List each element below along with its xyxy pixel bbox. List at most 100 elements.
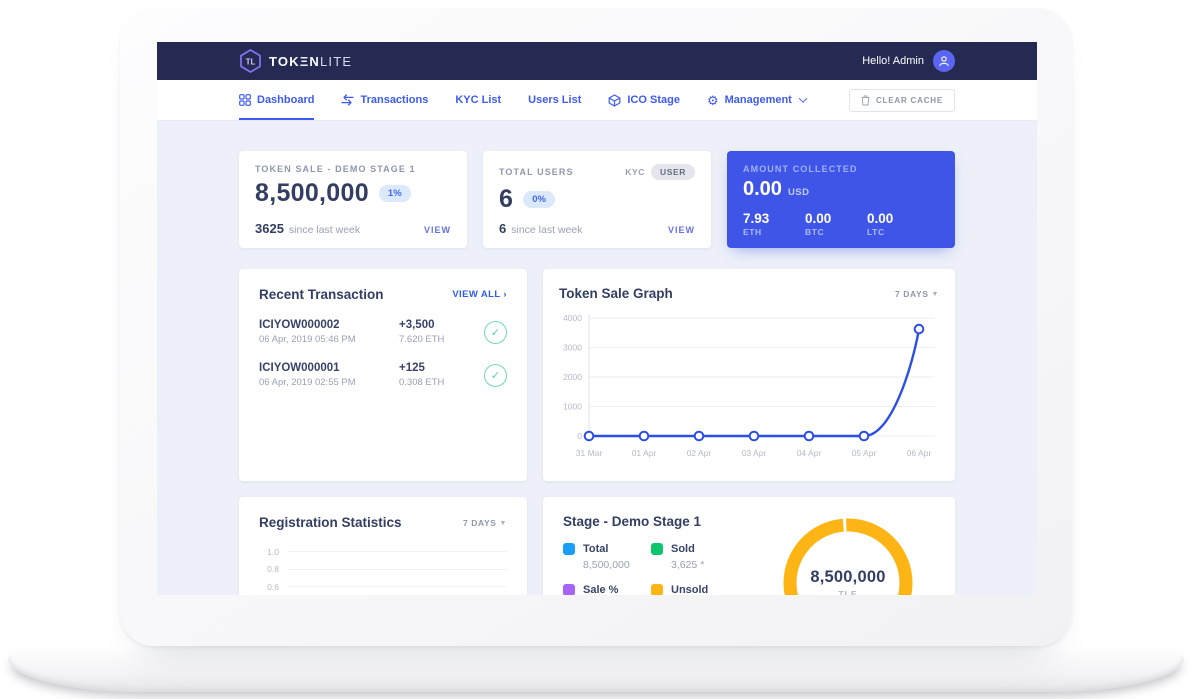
legend-value: 8,500,000 <box>583 559 651 571</box>
delta-value: 3625 <box>255 221 284 236</box>
registration-statistics-card: Registration Statistics 7 DAYS ▼ 1.0 0.8… <box>239 497 527 595</box>
percent-badge: 1% <box>379 185 411 202</box>
tab-dashboard[interactable]: Dashboard <box>239 80 314 120</box>
admin-avatar[interactable] <box>933 50 955 72</box>
delta-label: since last week <box>511 224 582 236</box>
content-area: TOKEN SALE - DEMO STAGE 1 8,500,000 1% 3… <box>157 121 1037 595</box>
stage-donut-chart: 8,500,000 TLE <box>773 508 923 595</box>
tab-label: Management <box>725 94 792 106</box>
tranx-id: ICIYOW000002 <box>259 319 399 331</box>
tab-management[interactable]: ⚙ Management <box>707 80 806 120</box>
legend-item-total: Total 8,500,000 <box>563 543 651 571</box>
check-circle-icon: ✓ <box>484 364 507 387</box>
usd-unit: USD <box>788 187 810 198</box>
tab-transactions[interactable]: Transactions <box>341 80 428 120</box>
stage-demo-card: Stage - Demo Stage 1 Total 8,500,000 Sol… <box>543 497 955 595</box>
legend-swatch-2 <box>563 584 575 595</box>
swap-arrows-icon <box>341 94 354 106</box>
tab-kyc-list[interactable]: KYC List <box>455 80 501 120</box>
trash-icon <box>861 95 870 106</box>
nav-tabs-bar: Dashboard Transactions KYC List <box>157 80 1037 121</box>
card-title: TOTAL USERS <box>499 167 574 177</box>
svg-text:4000: 4000 <box>563 313 582 323</box>
delta-value: 6 <box>499 221 506 236</box>
legend-swatch-3 <box>651 584 663 595</box>
axis-tick: 0.6 <box>259 582 279 592</box>
svg-text:31 Mar: 31 Mar <box>576 448 603 458</box>
toggle-user[interactable]: USER <box>651 164 695 180</box>
usd-amount: 0.00 <box>743 178 782 201</box>
btc-column: 0.00 BTC <box>805 211 867 237</box>
clear-cache-button[interactable]: CLEAR CACHE <box>849 89 955 112</box>
svg-text:06 Apr: 06 Apr <box>907 448 932 458</box>
delta-label: since last week <box>289 224 360 236</box>
caret-down-icon: ▼ <box>931 291 939 298</box>
percent-badge: 0% <box>523 191 555 208</box>
toggle-kyc[interactable]: KYC <box>625 167 645 177</box>
legend-swatch-1 <box>651 543 663 555</box>
range-dropdown[interactable]: 7 DAYS ▼ <box>463 518 507 528</box>
svg-text:05 Apr: 05 Apr <box>852 448 877 458</box>
btc-label: BTC <box>805 227 867 237</box>
tab-users-list[interactable]: Users List <box>528 80 581 120</box>
svg-text:3000: 3000 <box>563 343 582 353</box>
section-title: Recent Transaction <box>259 287 384 302</box>
brand-name: TOKΞNLITE <box>269 54 352 69</box>
ltc-amount: 0.00 <box>867 211 929 226</box>
legend-item-unsold: Unsold <box>651 584 771 595</box>
ltc-label: LTC <box>867 227 929 237</box>
tab-label: Transactions <box>360 94 428 106</box>
transaction-row[interactable]: ICIYOW000002 06 Apr, 2019 05:46 PM +3,50… <box>259 319 507 345</box>
range-dropdown[interactable]: 7 DAYS ▼ <box>895 289 939 299</box>
ltc-column: 0.00 LTC <box>867 211 929 237</box>
total-users-value: 6 <box>499 185 513 214</box>
axis-tick: 0.8 <box>259 564 279 574</box>
tranx-date: 06 Apr, 2019 05:46 PM <box>259 334 399 345</box>
tranx-id: ICIYOW000001 <box>259 362 399 374</box>
tab-label: ICO Stage <box>627 94 680 106</box>
eth-column: 7.93 ETH <box>743 211 805 237</box>
check-circle-icon: ✓ <box>484 321 507 344</box>
token-sale-value: 8,500,000 <box>255 179 369 208</box>
person-icon <box>938 55 950 67</box>
svg-text:01 Apr: 01 Apr <box>632 448 657 458</box>
greeting-text: Hello! Admin <box>862 55 924 67</box>
kyc-user-toggle: KYC USER <box>625 164 695 180</box>
total-users-card: TOTAL USERS KYC USER 6 0% 6 since last w… <box>483 151 711 248</box>
tranx-eth: 0.308 ETH <box>399 377 484 388</box>
gear-icon: ⚙ <box>707 94 719 107</box>
gridline <box>288 586 507 587</box>
svg-text:2000: 2000 <box>563 372 582 382</box>
tab-ico-stage[interactable]: ICO Stage <box>608 80 680 120</box>
recent-transactions-card: Recent Transaction VIEW ALL › ICIYOW0000… <box>239 269 527 481</box>
view-link[interactable]: VIEW <box>424 225 451 235</box>
section-title: Token Sale Graph <box>559 286 673 301</box>
hexagon-tl-logo-icon: TL <box>239 49 262 73</box>
view-all-link[interactable]: VIEW ALL › <box>452 289 507 300</box>
legend-item-sold: Sold 3,625 * <box>651 543 771 571</box>
laptop-base <box>8 650 1184 692</box>
transaction-row[interactable]: ICIYOW000001 06 Apr, 2019 02:55 PM +125 … <box>259 362 507 388</box>
clear-cache-label: CLEAR CACHE <box>876 96 943 105</box>
registration-chart-axis: 1.0 0.8 0.6 <box>259 543 507 595</box>
gridline <box>288 551 507 552</box>
caret-down-icon: ▼ <box>499 520 507 527</box>
tab-label: KYC List <box>455 94 501 106</box>
tab-label: Dashboard <box>257 94 314 106</box>
amount-collected-card: AMOUNT COLLECTED 0.00 USD 7.93 ETH 0.00 <box>727 151 955 248</box>
tranx-amount: +125 <box>399 362 484 374</box>
legend-item-sale-pct: Sale % <box>563 584 651 595</box>
card-title: AMOUNT COLLECTED <box>743 164 858 174</box>
axis-tick: 1.0 <box>259 547 279 557</box>
svg-text:02 Apr: 02 Apr <box>687 448 712 458</box>
legend-value: 3,625 * <box>671 559 771 571</box>
btc-amount: 0.00 <box>805 211 867 226</box>
tranx-date: 06 Apr, 2019 02:55 PM <box>259 377 399 388</box>
brand[interactable]: TL TOKΞNLITE <box>239 49 352 73</box>
token-sale-card: TOKEN SALE - DEMO STAGE 1 8,500,000 1% 3… <box>239 151 467 248</box>
svg-text:TL: TL <box>246 58 256 67</box>
token-sale-graph-card: Token Sale Graph 7 DAYS ▼ 4000 3000 2000 10… <box>543 269 955 481</box>
view-link[interactable]: VIEW <box>668 225 695 235</box>
svg-text:1000: 1000 <box>563 402 582 412</box>
tab-label: Users List <box>528 94 581 106</box>
